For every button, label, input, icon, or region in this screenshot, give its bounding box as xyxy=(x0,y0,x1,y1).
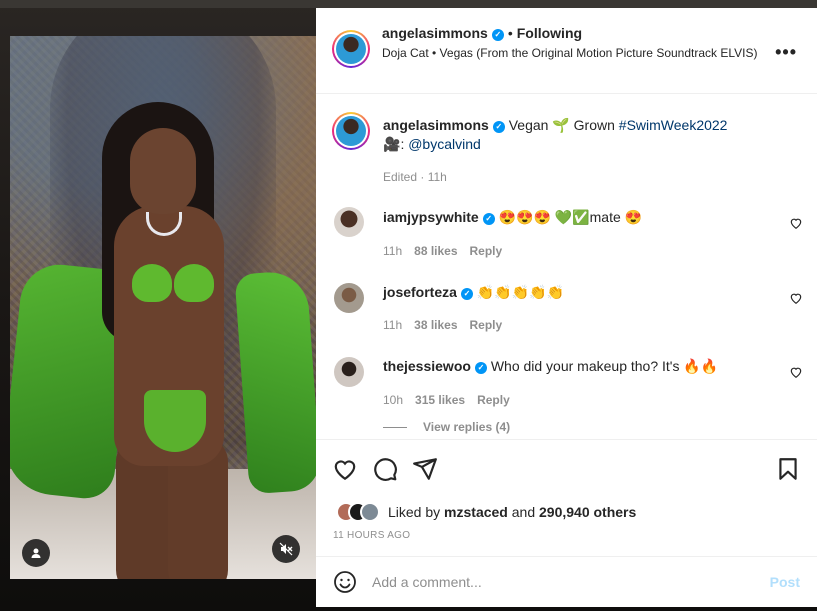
comment-3-meta: 10h 315 likes Reply xyxy=(383,393,510,407)
swimsuit-top-right xyxy=(174,264,214,302)
liked-by-user[interactable]: mzstaced xyxy=(444,504,508,520)
tagged-users-button[interactable] xyxy=(22,539,50,567)
caption-username[interactable]: angelasimmons xyxy=(383,117,489,133)
more-options-icon[interactable]: ••• xyxy=(775,42,797,63)
comment-like-icon[interactable] xyxy=(789,216,803,230)
post-button[interactable]: Post xyxy=(770,574,800,590)
reply-button[interactable]: Reply xyxy=(470,318,503,332)
liked-by-line: Liked by mzstaced and 290,940 others xyxy=(336,502,636,522)
figure-head xyxy=(130,128,196,214)
camera-emoji: 🎥 xyxy=(383,136,401,152)
caption-edited-time: Edited · 11h xyxy=(383,170,447,184)
swimsuit-bottom xyxy=(144,390,206,452)
post-timestamp[interactable]: 11 HOURS AGO xyxy=(333,530,410,541)
comment-username[interactable]: joseforteza xyxy=(383,284,457,300)
liked-by-and: and xyxy=(511,504,536,520)
caption-author-avatar[interactable] xyxy=(332,112,370,150)
comment-3: thejessiewoo ✓ Who did your makeup tho? I… xyxy=(383,357,773,376)
caption-colon: : xyxy=(400,136,405,152)
likes-count[interactable]: 290,940 others xyxy=(539,504,636,520)
comment-username[interactable]: iamjypsywhite xyxy=(383,209,479,225)
author-line: angelasimmons ✓ • Following xyxy=(382,25,582,41)
verified-badge-icon: ✓ xyxy=(482,213,495,225)
comment-input[interactable] xyxy=(372,567,752,597)
comment-time: 10h xyxy=(383,393,404,407)
comment-2: joseforteza ✓ 👏👏👏👏👏 xyxy=(383,283,773,302)
comment-2-meta: 11h 38 likes Reply xyxy=(383,318,502,332)
verified-badge-icon: ✓ xyxy=(460,288,473,300)
mention-link[interactable]: @bycalvind xyxy=(408,136,481,152)
muted-speaker-icon xyxy=(279,542,293,556)
heart-icon[interactable] xyxy=(332,456,358,482)
commenter-avatar[interactable] xyxy=(334,283,364,313)
comments-section[interactable]: angelasimmons ✓ Vegan 🌱 Grown #SwimWeek20… xyxy=(316,94,817,439)
post-video[interactable] xyxy=(10,36,316,579)
user-icon xyxy=(31,548,41,558)
caption-text-vegan: Vegan xyxy=(508,117,549,133)
comment-composer: Post xyxy=(316,556,817,607)
comment-1-meta: 11h 88 likes Reply xyxy=(383,244,502,258)
view-replies-label: View replies (4) xyxy=(423,420,511,434)
verified-badge-icon: ✓ xyxy=(492,121,505,133)
post-header: angelasimmons ✓ • Following Doja Cat • Vega… xyxy=(316,8,817,94)
replies-divider xyxy=(383,426,407,428)
reply-button[interactable]: Reply xyxy=(477,393,510,407)
comment-username[interactable]: thejessiewoo xyxy=(383,358,471,374)
comment-icon[interactable] xyxy=(372,456,398,482)
comment-likes[interactable]: 38 likes xyxy=(414,318,457,332)
caption-text: angelasimmons ✓ Vegan 🌱 Grown #SwimWeek20… xyxy=(383,116,773,154)
verified-badge-icon: ✓ xyxy=(474,362,487,374)
comment-likes[interactable]: 315 likes xyxy=(415,393,465,407)
reply-button[interactable]: Reply xyxy=(470,244,503,258)
comment-1: iamjypsywhite ✓ 😍😍😍 💚✅mate 😍 xyxy=(383,208,773,227)
comment-like-icon[interactable] xyxy=(789,291,803,305)
comment-text: 👏👏👏👏👏 xyxy=(476,284,564,300)
mute-button[interactable] xyxy=(272,535,300,563)
comment-text: Who did your makeup tho? It's 🔥🔥 xyxy=(490,358,719,374)
post-details-panel: angelasimmons ✓ • Following Doja Cat • Vega… xyxy=(316,8,817,607)
post-actions: Liked by mzstaced and 290,940 others 11 … xyxy=(316,439,817,559)
caption-text-grown: Grown xyxy=(573,117,615,133)
comment-time: 11h xyxy=(383,318,403,332)
verified-badge-icon: ✓ xyxy=(491,29,504,41)
comment-like-icon[interactable] xyxy=(789,365,803,379)
commenter-avatar[interactable] xyxy=(334,357,364,387)
liker-avatar xyxy=(360,502,380,522)
emoji-icon[interactable] xyxy=(333,570,357,594)
comment-text: 😍😍😍 💚✅mate 😍 xyxy=(498,209,643,225)
backdrop-top-strip xyxy=(0,0,817,8)
liker-avatars xyxy=(336,502,380,522)
comment-likes[interactable]: 88 likes xyxy=(414,244,457,258)
send-icon[interactable] xyxy=(412,456,438,482)
header-separator: • xyxy=(507,25,513,41)
comment-time: 11h xyxy=(383,244,403,258)
swimsuit-top-left xyxy=(132,264,172,302)
liked-by-prefix: Liked by xyxy=(388,504,441,520)
audio-track-link[interactable]: Doja Cat • Vegas (From the Original Moti… xyxy=(382,45,762,61)
following-button[interactable]: Following xyxy=(517,25,582,41)
green-robe-right xyxy=(234,269,316,495)
author-username[interactable]: angelasimmons xyxy=(382,25,488,41)
instagram-post-modal: angelasimmons ✓ • Following Doja Cat • Vega… xyxy=(0,0,817,611)
commenter-avatar[interactable] xyxy=(334,207,364,237)
bookmark-icon[interactable] xyxy=(775,456,801,482)
plant-emoji: 🌱 xyxy=(552,117,570,133)
view-replies-button[interactable]: View replies (4) xyxy=(383,420,510,434)
hashtag-link[interactable]: #SwimWeek2022 xyxy=(619,117,728,133)
author-avatar[interactable] xyxy=(332,30,370,68)
